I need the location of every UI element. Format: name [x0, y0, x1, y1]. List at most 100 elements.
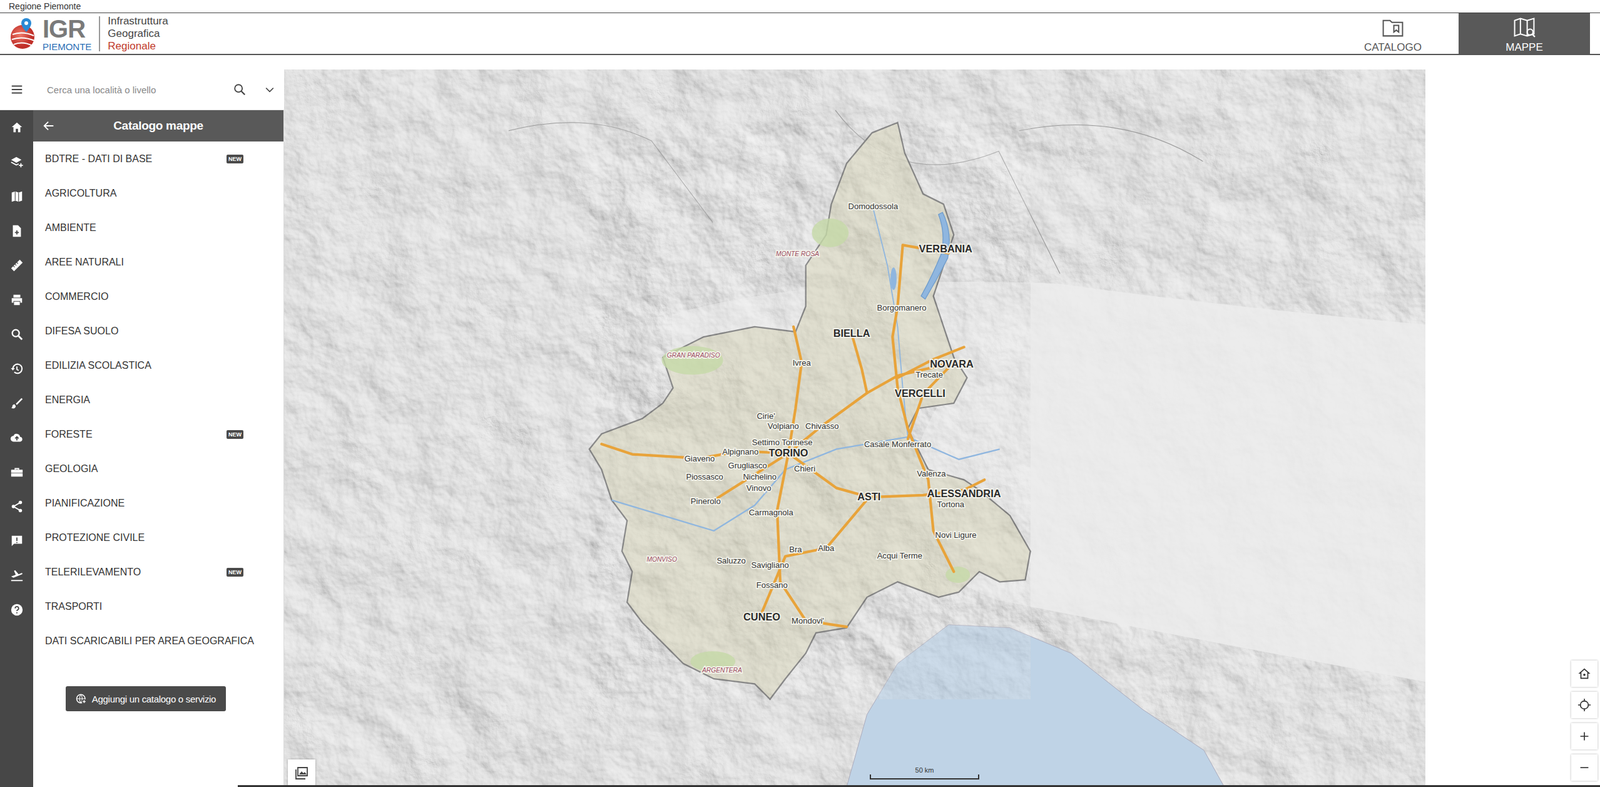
map-label: MONVISO [646, 555, 678, 563]
add-file-tool[interactable] [0, 213, 34, 248]
map-label: CUNEO [743, 610, 781, 622]
catalog-item[interactable]: COMMERCIO [33, 279, 284, 314]
map-label: Valenza [916, 468, 947, 479]
region-label: Regione Piemonte [0, 0, 1600, 13]
add-catalog-button[interactable]: Aggiungi un catalogo o servizio [65, 685, 226, 711]
catalog-item[interactable]: GEOLOGIA [33, 451, 284, 486]
catalog-item[interactable]: EDILIZIA SCOLASTICA [33, 347, 284, 383]
map-label: Settimo Torinese [752, 437, 813, 447]
search-tool[interactable] [0, 316, 34, 352]
catalog-item[interactable]: ENERGIA [33, 382, 284, 417]
map-label: Giaveno [684, 453, 716, 464]
add-layer-icon [10, 155, 24, 169]
map-canvas[interactable]: VERBANIABIELLANOVARAVERCELLITORINOASTIAL… [284, 69, 1426, 787]
main: Catalogo mappeBDTRE - DATI DI BASENEWAGR… [0, 55, 1600, 787]
menu-icon [10, 82, 24, 97]
brush-tool[interactable] [0, 385, 34, 420]
map-label: TORINO [768, 446, 808, 459]
catalog-item-label: PIANIFICAZIONE [45, 497, 273, 509]
search-button[interactable] [224, 82, 256, 97]
cloud-upload-icon [10, 430, 24, 445]
map-label: Cirie' [756, 411, 775, 421]
catalog-panel: Catalogo mappeBDTRE - DATI DI BASENEWAGR… [33, 110, 285, 787]
share-tool[interactable] [0, 488, 34, 524]
scale-line [869, 774, 980, 780]
map-label: ARGENTERA [701, 666, 743, 674]
map-label: Carmagnola [749, 507, 795, 517]
search-options-button[interactable] [255, 83, 285, 96]
map-label: Domodossola [848, 201, 899, 211]
catalog-item[interactable]: PROTEZIONE CIVILE [33, 519, 284, 555]
catalog-item-label: DIFESA SUOLO [45, 325, 273, 337]
catalog-item[interactable]: DIFESA SUOLO [33, 313, 284, 348]
add-layer-tool[interactable] [0, 144, 34, 179]
airplane-icon [10, 568, 24, 582]
map-label: Grugliasco [728, 460, 768, 470]
tool-strip [0, 110, 34, 787]
catalog-item[interactable]: TRASPORTI [33, 588, 284, 624]
home-tool[interactable] [0, 110, 34, 145]
nav-catalogo[interactable]: CATALOGO [1327, 13, 1459, 54]
logo-title: InfrastrutturaGeograficaRegionale [107, 15, 168, 53]
add-file-icon [10, 224, 24, 238]
map-label: Piossasco [685, 471, 723, 482]
help-tool[interactable] [0, 591, 34, 627]
search-input[interactable] [33, 79, 225, 101]
globe-pin-icon [7, 16, 39, 51]
ruler-tool[interactable] [0, 247, 34, 283]
catalog-item[interactable]: FORESTENEW [33, 416, 284, 452]
map-label: BIELLA [833, 327, 871, 339]
feedback-icon [10, 533, 24, 548]
back-button[interactable] [33, 118, 65, 133]
map-label: Fossano [756, 580, 788, 590]
bottom-border [237, 784, 1600, 787]
zoom-out-button[interactable] [1571, 754, 1598, 781]
map-label: Casale Monferrato [864, 439, 932, 449]
map-controls [1571, 660, 1598, 781]
home-view-button[interactable] [1571, 660, 1598, 687]
map-tool[interactable] [0, 178, 34, 214]
menu-button[interactable] [0, 82, 34, 97]
map-label: Borgomanero [877, 302, 927, 313]
locate-button[interactable] [1571, 691, 1598, 718]
catalog-item[interactable]: AMBIENTE [33, 210, 284, 245]
map-label: Chivasso [805, 421, 840, 431]
map-label: Acqui Terme [877, 550, 923, 561]
nav-mappe[interactable]: MAPPE [1458, 13, 1590, 54]
home-extent-icon [1577, 666, 1592, 681]
feedback-tool[interactable] [0, 523, 34, 558]
catalog-item[interactable]: DATI SCARICABILI PER AREA GEOGRAFICA [33, 623, 284, 658]
map-label: Bra [789, 544, 803, 554]
map-label: Nichelino [742, 471, 777, 482]
search-icon [232, 82, 247, 97]
history-tool[interactable] [0, 351, 34, 386]
arrow-left-icon [41, 118, 56, 133]
airplane-tool[interactable] [0, 557, 34, 592]
cloud-upload-tool[interactable] [0, 419, 34, 455]
catalog-icon [1379, 15, 1407, 39]
catalog-item[interactable]: BDTRE - DATI DI BASENEW [33, 141, 284, 176]
logo-line: Infrastruttura [107, 15, 168, 28]
catalog-item[interactable]: AGRICOLTURA [33, 175, 284, 211]
search-icon [10, 327, 24, 342]
map-label: NOVARA [929, 357, 974, 370]
map-label: VERCELLI [894, 387, 946, 399]
catalog-item-label: TELERILEVAMENTO [45, 566, 221, 578]
map-label: Alpignano [722, 446, 759, 457]
catalog-item[interactable]: TELERILEVAMENTO NEW [33, 554, 284, 589]
new-badge: NEW [226, 567, 244, 577]
print-tool[interactable] [0, 282, 34, 317]
scale-bar: 50 km [869, 765, 980, 780]
catalog-item[interactable]: PIANIFICAZIONE [33, 485, 284, 520]
map-icon [10, 189, 24, 204]
zoom-in-button[interactable] [1571, 722, 1598, 750]
toolbox-tool[interactable] [0, 454, 34, 489]
catalog-item-label: ENERGIA [45, 394, 273, 406]
map-label: Savigliano [751, 560, 790, 570]
catalog-item[interactable]: AREE NATURALI [33, 244, 284, 280]
map-label: Ivrea [792, 357, 812, 368]
map-view[interactable]: VERBANIABIELLANOVARAVERCELLITORINOASTIAL… [284, 69, 1426, 787]
catalog-list: BDTRE - DATI DI BASENEWAGRICOLTURAAMBIEN… [33, 141, 284, 658]
logo[interactable]: IGRPIEMONTEInfrastrutturaGeograficaRegio… [0, 13, 169, 54]
background-selector-button[interactable] [287, 759, 316, 787]
